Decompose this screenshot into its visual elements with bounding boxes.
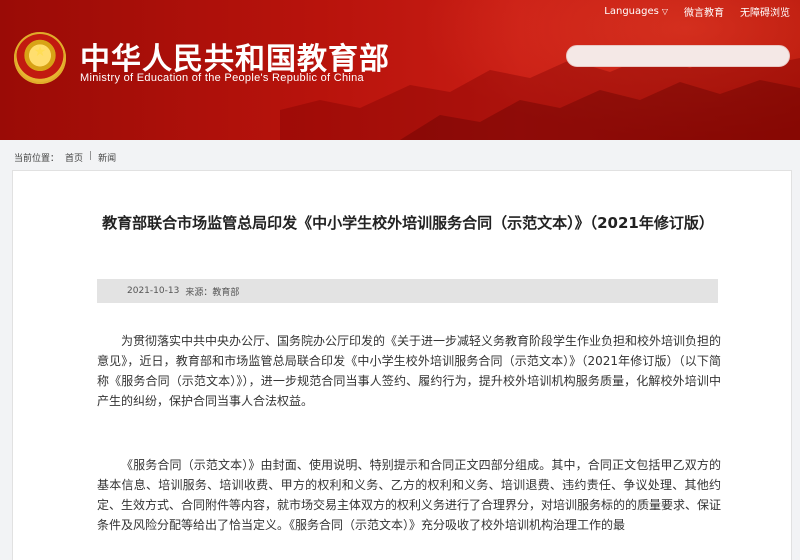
national-emblem-logo[interactable]: ★ [14,32,66,84]
article-date: 2021-10-13 [127,286,180,296]
site-subtitle: Ministry of Education of the People's Re… [80,72,364,84]
star-icon: ★ [33,43,47,60]
site-header: Languages ▽ 微言教育 无障碍浏览 ★ 中华人民共和国教育部 Mini… [0,0,800,140]
accessibility-link[interactable]: 无障碍浏览 [740,4,790,19]
chevron-down-icon: ▽ [661,7,668,16]
languages-link[interactable]: Languages ▽ [604,4,668,19]
article-title: 教育部联合市场监管总局印发《中小学生校外培训服务合同（示范文本）》（2021年修… [102,214,714,232]
article-paragraph: 为贯彻落实中共中央办公厅、国务院办公厅印发的《关于进一步减轻义务教育阶段学生作业… [97,334,722,408]
breadcrumb-label: 当前位置： [14,154,60,164]
article-card: 教育部联合市场监管总局印发《中小学生校外培训服务合同（示范文本）》（2021年修… [12,170,792,560]
breadcrumb-home[interactable]: 首页 [65,151,83,164]
breadcrumb: 当前位置： 首页 | 新闻 [14,151,116,164]
breadcrumb-news[interactable]: 新闻 [98,151,116,164]
search-input[interactable] [566,45,790,67]
article-meta-bar: 2021-10-13 来源： 教育部 [97,279,718,303]
article-source: 教育部 [212,287,240,298]
article-source-label: 来源： [185,287,213,298]
breadcrumb-separator: | [89,151,93,161]
article-paragraph: 《服务合同（示范文本）》由封面、使用说明、特别提示和合同正文四部分组成。其中，合… [97,458,722,532]
top-links: Languages ▽ 微言教育 无障碍浏览 [604,4,790,19]
languages-label: Languages [604,6,659,17]
weiyan-link[interactable]: 微言教育 [684,4,724,19]
